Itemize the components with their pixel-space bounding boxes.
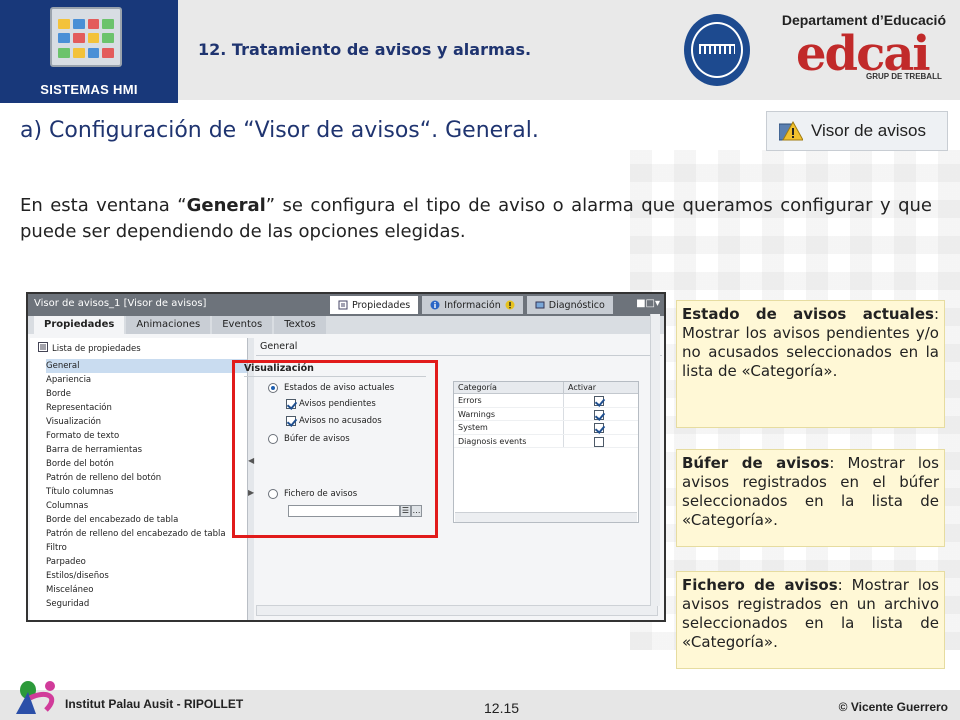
section-title: 12. Tratamiento de avisos y alarmas. bbox=[198, 40, 532, 59]
inspector-tabs: Propiedades Información Diagnóstico bbox=[330, 296, 613, 314]
category-rows: Errors Warnings System Diagnosis events bbox=[454, 394, 638, 448]
property-item[interactable]: Borde del botón bbox=[46, 457, 247, 471]
author-credit: © Vicente Guerrero bbox=[838, 700, 948, 714]
category-row: Warnings bbox=[454, 407, 638, 421]
checkbox-avisos-no-acusados-label: Avisos no acusados bbox=[299, 416, 382, 426]
visualizacion-title: Visualización bbox=[244, 363, 314, 374]
tab-animaciones[interactable]: Animaciones bbox=[126, 316, 211, 334]
fichero-select-icon[interactable]: ☰ bbox=[400, 505, 411, 517]
callout-estado-avisos: Estado de avisos actuales: Mostrar los a… bbox=[676, 300, 945, 428]
radio-estados-actuales-label: Estados de aviso actuales bbox=[284, 383, 395, 393]
category-activar-checkbox[interactable] bbox=[594, 396, 604, 406]
tab-propiedades-inspector[interactable]: Propiedades bbox=[330, 296, 419, 314]
hmi-panel-image bbox=[50, 7, 122, 67]
info-warning-icon bbox=[505, 300, 515, 310]
property-item[interactable]: Seguridad bbox=[46, 597, 247, 611]
university-seal-icon bbox=[684, 14, 750, 86]
category-name: Diagnosis events bbox=[454, 434, 564, 447]
checkbox-avisos-pendientes[interactable] bbox=[286, 399, 296, 409]
category-activar-checkbox[interactable] bbox=[594, 409, 604, 420]
property-item[interactable]: Patrón de relleno del botón bbox=[46, 471, 247, 485]
radio-fichero-avisos[interactable] bbox=[268, 489, 278, 499]
radio-estados-actuales[interactable] bbox=[268, 383, 278, 393]
property-list-header: Lista de propiedades bbox=[30, 338, 247, 359]
visor-badge-label: Visor de avisos bbox=[811, 121, 926, 140]
category-row: Diagnosis events bbox=[454, 434, 638, 448]
visualizacion-divider bbox=[244, 376, 426, 377]
info-icon bbox=[430, 300, 440, 310]
property-item[interactable]: Borde bbox=[46, 387, 247, 401]
property-item[interactable]: Borde del encabezado de tabla bbox=[46, 513, 247, 527]
category-row: System bbox=[454, 421, 638, 435]
sistemas-hmi-logo: SISTEMAS HMI bbox=[0, 0, 178, 103]
category-table-header: Categoría Activar bbox=[454, 382, 638, 394]
tab-textos[interactable]: Textos bbox=[274, 316, 326, 334]
institute-name: Institut Palau Ausit - RIPOLLET bbox=[65, 697, 244, 711]
diagnostics-icon bbox=[535, 300, 545, 310]
property-item[interactable]: Patrón de relleno del encabezado de tabl… bbox=[46, 527, 247, 541]
radio-bufer-avisos[interactable] bbox=[268, 434, 278, 444]
checkbox-avisos-pendientes-label: Avisos pendientes bbox=[299, 399, 376, 409]
category-activar-checkbox[interactable] bbox=[594, 423, 604, 433]
callout-fichero-avisos: Fichero de avisos: Mostrar los avisos re… bbox=[676, 571, 945, 669]
property-item[interactable]: Apariencia bbox=[46, 373, 247, 387]
property-item[interactable]: Filtro bbox=[46, 541, 247, 555]
tab-eventos[interactable]: Eventos bbox=[212, 316, 273, 334]
radio-fichero-avisos-label: Fichero de avisos bbox=[284, 489, 358, 499]
list-icon bbox=[38, 342, 48, 355]
window-controls[interactable]: ■□▾ bbox=[636, 298, 660, 309]
category-name: System bbox=[454, 421, 564, 434]
property-list: Lista de propiedades General Apariencia Bo… bbox=[30, 338, 248, 620]
tab-informacion[interactable]: Información bbox=[422, 296, 523, 314]
properties-icon bbox=[338, 300, 348, 310]
logo-label: SISTEMAS HMI bbox=[40, 82, 138, 97]
category-name: Warnings bbox=[454, 407, 564, 420]
property-item[interactable]: General bbox=[46, 359, 247, 373]
grup-treball-logo: GRUP DE TREBALL bbox=[866, 72, 942, 81]
general-emphasis: General bbox=[186, 195, 266, 216]
fichero-browse-button[interactable]: … bbox=[411, 505, 422, 517]
property-item[interactable]: Representación bbox=[46, 401, 247, 415]
property-item[interactable]: Estilos/diseños bbox=[46, 569, 247, 583]
page-number: 12.15 bbox=[484, 700, 520, 716]
property-item[interactable]: Formato de texto bbox=[46, 429, 247, 443]
general-section-label: General bbox=[256, 338, 662, 356]
intro-paragraph: En esta ventana “General” se configura e… bbox=[20, 195, 932, 242]
callout-bufer-avisos: Búfer de avisos: Mostrar los avisos regi… bbox=[676, 449, 945, 547]
slide-heading: a) Configuración de “Visor de avisos“. G… bbox=[20, 118, 539, 143]
panel-horizontal-scrollbar[interactable] bbox=[256, 605, 658, 616]
property-item[interactable]: Barra de herramientas bbox=[46, 443, 247, 457]
warning-icon bbox=[779, 120, 803, 142]
panel-vertical-scrollbar[interactable] bbox=[650, 314, 660, 606]
edcai-logo: edcai bbox=[796, 26, 931, 82]
category-name: Errors bbox=[454, 394, 564, 407]
fichero-avisos-input[interactable] bbox=[288, 505, 400, 517]
property-item[interactable]: Misceláneo bbox=[46, 583, 247, 597]
category-horizontal-scrollbar[interactable] bbox=[455, 512, 637, 522]
property-item[interactable]: Visualización bbox=[46, 415, 247, 429]
tab-diagnostico[interactable]: Diagnóstico bbox=[526, 296, 613, 314]
checkbox-avisos-no-acusados[interactable] bbox=[286, 416, 296, 426]
category-row: Errors bbox=[454, 394, 638, 408]
category-table: Categoría Activar Errors Warnings System Di… bbox=[453, 381, 639, 523]
property-item[interactable]: Columnas bbox=[46, 499, 247, 513]
visor-de-avisos-badge: Visor de avisos bbox=[766, 111, 948, 151]
radio-bufer-avisos-label: Búfer de avisos bbox=[284, 434, 350, 444]
property-item[interactable]: Parpadeo bbox=[46, 555, 247, 569]
category-activar-checkbox[interactable] bbox=[594, 436, 604, 447]
property-items: General Apariencia Borde Representación Visu… bbox=[30, 359, 247, 611]
property-item[interactable]: Título columnas bbox=[46, 485, 247, 499]
institute-logo-icon bbox=[6, 676, 64, 718]
property-tabs: Propiedades Animaciones Eventos Textos bbox=[28, 316, 664, 334]
tab-propiedades[interactable]: Propiedades bbox=[34, 316, 125, 334]
